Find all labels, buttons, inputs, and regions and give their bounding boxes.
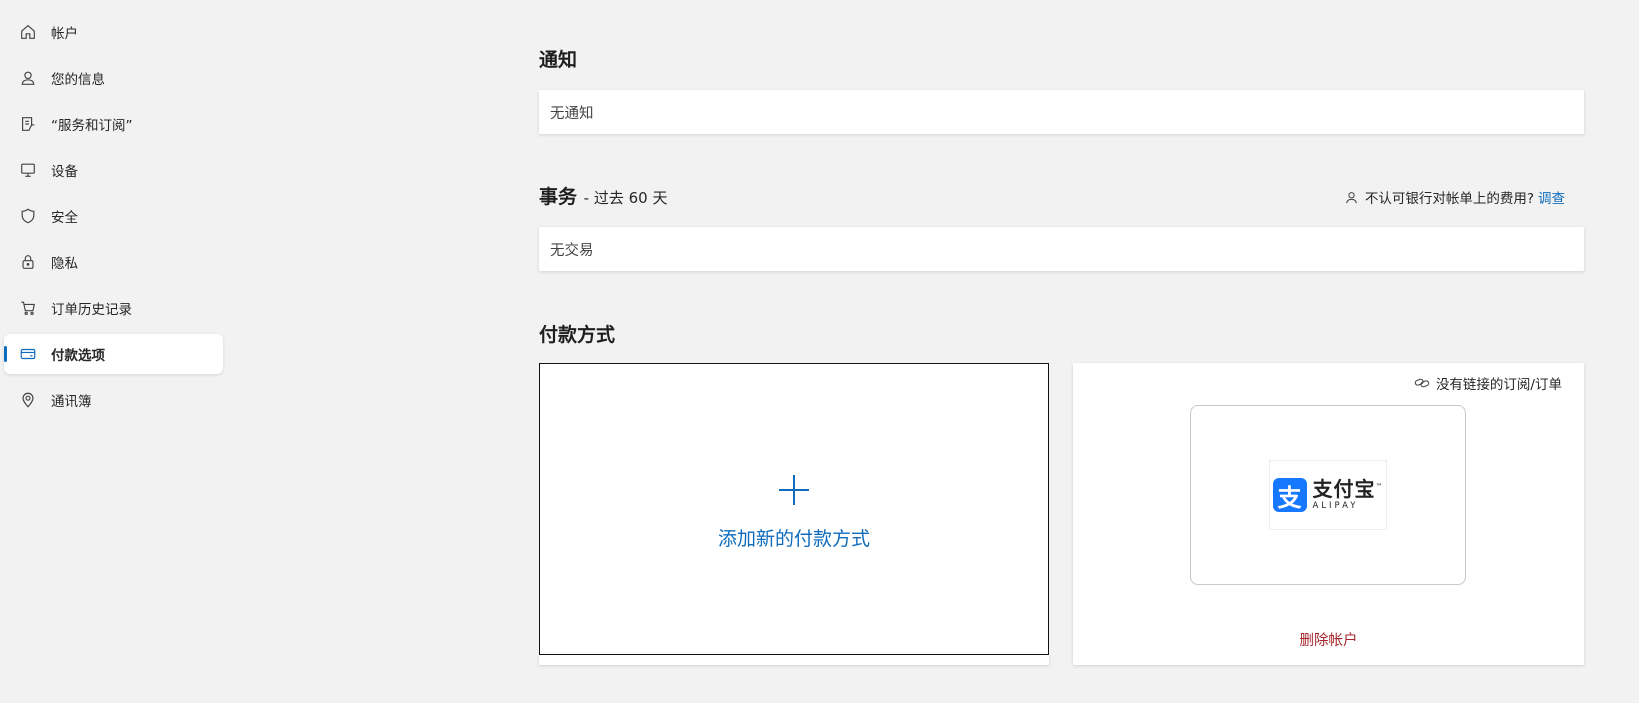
linked-subscriptions-text: 没有链接的订阅/订单 bbox=[1435, 377, 1562, 393]
sidebar-item-label: 订单历史记录 bbox=[51, 302, 132, 318]
sidebar-item-devices[interactable]: 设备 bbox=[4, 150, 223, 190]
sidebar-item-label: 设备 bbox=[51, 164, 78, 180]
cart-icon bbox=[18, 298, 38, 318]
sidebar-nav: 帐户 您的信息 “服务和订阅” 设备 安全 隐私 订单历史记录 付款选项 通讯簿 bbox=[0, 12, 230, 426]
alipay-wordmark: 支付宝™ ALIPAY bbox=[1313, 479, 1384, 511]
transactions-title: 事务 bbox=[539, 186, 578, 208]
alipay-logo: 支 支付宝™ ALIPAY bbox=[1269, 460, 1387, 530]
person-icon bbox=[1345, 191, 1357, 203]
location-pin-icon bbox=[18, 390, 38, 410]
sidebar-item-label: 您的信息 bbox=[51, 72, 105, 88]
sidebar-item-order-history[interactable]: 订单历史记录 bbox=[4, 288, 223, 328]
sidebar-item-security[interactable]: 安全 bbox=[4, 196, 223, 236]
home-icon bbox=[18, 22, 38, 42]
notifications-title: 通知 bbox=[539, 49, 578, 71]
notifications-card: 无通知 bbox=[539, 90, 1584, 134]
sidebar-item-label: 通讯簿 bbox=[51, 394, 92, 410]
alipay-method-tile[interactable]: 支 支付宝™ ALIPAY bbox=[1190, 405, 1466, 585]
card-icon bbox=[18, 344, 38, 364]
monitor-icon bbox=[18, 160, 38, 180]
sidebar-item-services-subscriptions[interactable]: “服务和订阅” bbox=[4, 104, 223, 144]
payment-methods-title: 付款方式 bbox=[539, 324, 616, 346]
transactions-header: 事务 - 过去 60 天 bbox=[539, 182, 667, 209]
sidebar-item-label: “服务和订阅” bbox=[51, 118, 133, 134]
linked-subscriptions-status: 没有链接的订阅/订单 bbox=[1414, 373, 1562, 393]
sidebar-item-privacy[interactable]: 隐私 bbox=[4, 242, 223, 282]
sidebar-item-label: 安全 bbox=[51, 210, 78, 226]
delete-account-button[interactable]: 删除帐户 bbox=[1073, 629, 1584, 650]
subscription-icon bbox=[18, 114, 38, 134]
investigate-link[interactable]: 调查 bbox=[1538, 187, 1565, 207]
alipay-cn-name: 支付宝™ bbox=[1312, 477, 1384, 502]
app-window: 帐户 您的信息 “服务和订阅” 设备 安全 隐私 订单历史记录 付款选项 通讯簿… bbox=[0, 0, 1639, 703]
sidebar-item-address-book[interactable]: 通讯簿 bbox=[4, 380, 223, 420]
transactions-empty-text: 无交易 bbox=[550, 242, 594, 259]
dispute-text: 不认可银行对帐单上的费用? bbox=[1364, 191, 1534, 207]
alipay-payment-card: 没有链接的订阅/订单 支 支付宝™ ALIPAY 删除帐户 bbox=[1073, 363, 1584, 665]
sidebar-item-label: 付款选项 bbox=[51, 348, 105, 364]
transactions-subtitle: - 过去 60 天 bbox=[583, 189, 668, 207]
add-payment-card-base bbox=[539, 655, 1049, 665]
sidebar-item-label: 帐户 bbox=[51, 26, 78, 42]
sidebar-item-your-info[interactable]: 您的信息 bbox=[4, 58, 223, 98]
notifications-empty-text: 无通知 bbox=[550, 105, 594, 122]
add-payment-method-label: 添加新的付款方式 bbox=[717, 527, 870, 550]
lock-icon bbox=[18, 252, 38, 272]
sidebar-item-account[interactable]: 帐户 bbox=[4, 12, 223, 52]
sidebar-item-label: 隐私 bbox=[51, 256, 78, 272]
plus-icon bbox=[779, 474, 809, 505]
alipay-mark-icon: 支 bbox=[1272, 478, 1307, 512]
transactions-card: 无交易 bbox=[539, 227, 1584, 271]
sidebar-item-payment-options[interactable]: 付款选项 bbox=[4, 334, 223, 374]
link-icon bbox=[1414, 378, 1430, 388]
person-icon bbox=[18, 68, 38, 88]
alipay-en-name: ALIPAY bbox=[1312, 501, 1359, 512]
add-payment-method-button[interactable]: 添加新的付款方式 bbox=[539, 363, 1049, 655]
dispute-prompt: 不认可银行对帐单上的费用? 调查 bbox=[1344, 187, 1565, 207]
shield-icon bbox=[18, 206, 38, 226]
